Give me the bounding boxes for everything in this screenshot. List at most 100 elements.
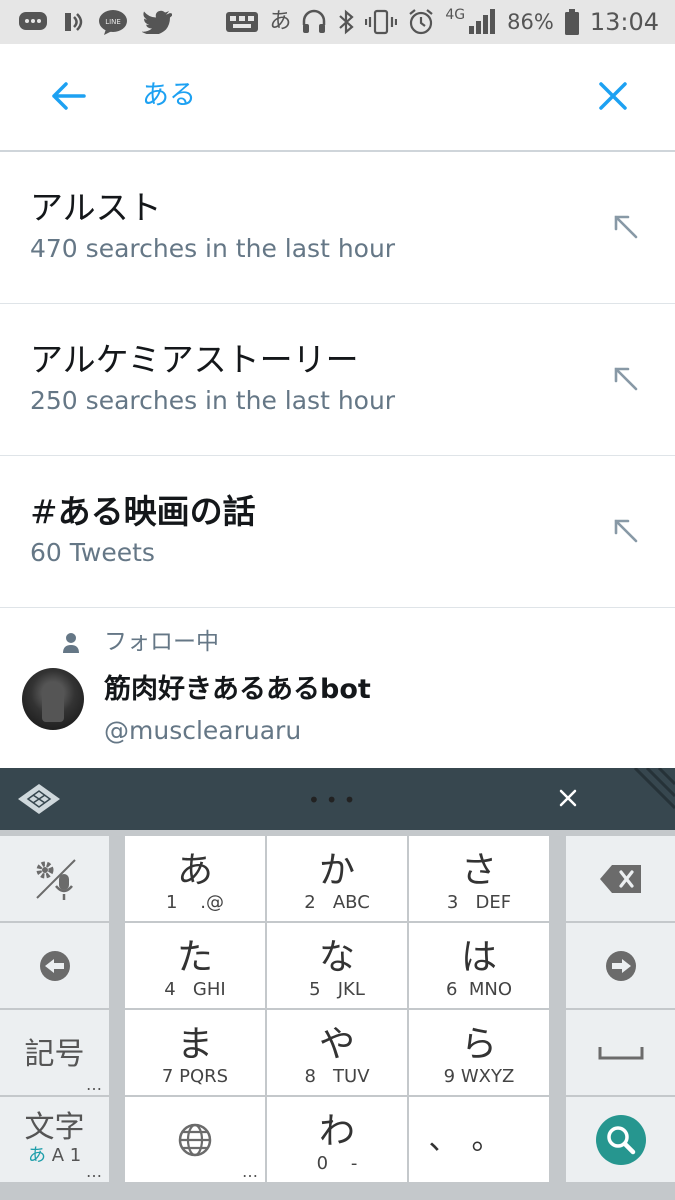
keyboard: 記号 … 文字 あ A 1 … あ 1 .@ か 2 ABC さ 3 DEF た… bbox=[0, 830, 675, 1200]
key-kana: な bbox=[318, 937, 355, 978]
arrow-right-circle-icon bbox=[605, 950, 636, 981]
avatar bbox=[22, 668, 84, 730]
alarm-icon bbox=[409, 9, 434, 35]
input-mode-options: あ A 1 bbox=[28, 1145, 81, 1167]
key-sa[interactable]: さ 3 DEF bbox=[409, 836, 549, 921]
fill-query-button[interactable] bbox=[613, 518, 639, 544]
key-ta[interactable]: た 4 GHI bbox=[125, 923, 265, 1008]
punctuation-key[interactable]: 、。 bbox=[409, 1097, 549, 1182]
svg-text:LINE: LINE bbox=[105, 18, 121, 26]
ellipsis: … bbox=[86, 1075, 103, 1094]
search-input[interactable]: ある bbox=[142, 78, 196, 114]
close-icon bbox=[559, 789, 577, 807]
key-sub-label: 1 .@ bbox=[165, 892, 225, 913]
hashtag-symbol: # bbox=[30, 492, 58, 531]
key-kana: は bbox=[460, 937, 497, 978]
clock: 13:04 bbox=[589, 8, 659, 36]
key-ra[interactable]: ら 9 WXYZ bbox=[409, 1010, 549, 1095]
person-icon bbox=[63, 633, 79, 653]
fill-query-button[interactable] bbox=[613, 366, 639, 392]
key-kana: か bbox=[318, 850, 355, 891]
search-suggestion[interactable]: アルケミアストーリー 250 searches in the last hour bbox=[0, 304, 675, 456]
status-bar: LINE あ 4G 86% 13:04 bbox=[0, 0, 675, 44]
battery-percent: 86% bbox=[507, 10, 554, 34]
space-key[interactable] bbox=[566, 1010, 675, 1095]
cursor-left-key[interactable] bbox=[0, 923, 109, 1008]
key-sub-label: 4 GHI bbox=[164, 979, 226, 1000]
status-bar-left: LINE bbox=[18, 6, 172, 38]
close-icon bbox=[599, 82, 627, 110]
language-key[interactable]: … bbox=[125, 1097, 265, 1182]
suggestion-subtitle: 60 Tweets bbox=[30, 538, 155, 567]
key-ha[interactable]: は 6 MNO bbox=[409, 923, 549, 1008]
suggestion-title: アルケミアストーリー bbox=[30, 340, 359, 379]
suggestion-subtitle: 470 searches in the last hour bbox=[30, 234, 396, 263]
globe-icon bbox=[178, 1123, 212, 1156]
key-ka[interactable]: か 2 ABC bbox=[267, 836, 407, 921]
user-display-name: 筋肉好きあるあるbot bbox=[104, 674, 371, 705]
cursor-right-key[interactable] bbox=[566, 923, 675, 1008]
following-label: フォロー中 bbox=[104, 629, 219, 655]
suggestion-title: アルスト bbox=[30, 188, 162, 227]
key-a[interactable]: あ 1 .@ bbox=[125, 836, 265, 921]
search-key[interactable] bbox=[566, 1097, 675, 1182]
keyboard-logo-icon[interactable] bbox=[16, 782, 62, 816]
bluetooth-icon bbox=[339, 9, 355, 35]
search-icon bbox=[595, 1114, 646, 1165]
key-ya[interactable]: や 8 TUV bbox=[267, 1010, 407, 1095]
symbol-key[interactable]: 記号 … bbox=[0, 1010, 109, 1095]
key-sub-label: 8 TUV bbox=[304, 1066, 370, 1087]
toolbar-decoration-icon bbox=[633, 768, 675, 810]
backspace-icon bbox=[599, 864, 641, 893]
key-sub-label: 3 DEF bbox=[446, 892, 512, 913]
hashtag-text: ある映画の話 bbox=[57, 492, 256, 531]
search-header: ある bbox=[0, 44, 675, 152]
arrow-up-left-icon bbox=[614, 215, 638, 239]
vibrate-icon bbox=[365, 9, 398, 35]
key-ma[interactable]: ま 7 PQRS bbox=[125, 1010, 265, 1095]
key-sub-label: 5 JKL bbox=[309, 979, 365, 1000]
arrow-up-left-icon bbox=[614, 367, 638, 391]
arrow-up-left-icon bbox=[614, 519, 638, 543]
key-kana: ら bbox=[460, 1024, 497, 1065]
key-wa[interactable]: わ 0 - bbox=[267, 1097, 407, 1182]
ellipsis: … bbox=[242, 1162, 259, 1181]
fill-query-button[interactable] bbox=[613, 214, 639, 240]
keyboard-handle[interactable]: ••• bbox=[308, 790, 361, 810]
voice-settings-key[interactable] bbox=[0, 836, 109, 921]
clear-search-button[interactable] bbox=[591, 74, 635, 118]
user-suggestion[interactable]: フォロー中 筋肉好きあるあるbot @musclearuaru bbox=[0, 608, 675, 768]
key-kana: わ bbox=[318, 1111, 355, 1152]
key-na[interactable]: な 5 JKL bbox=[267, 923, 407, 1008]
back-button[interactable] bbox=[46, 74, 90, 118]
search-suggestion[interactable]: #ある映画の話 60 Tweets bbox=[0, 456, 675, 608]
key-kana: た bbox=[176, 937, 213, 978]
chat-bubble-icon bbox=[19, 12, 47, 30]
input-mode-label: 文字 bbox=[24, 1110, 85, 1145]
ellipsis: … bbox=[86, 1162, 103, 1181]
key-kana: あ bbox=[176, 850, 213, 891]
suggestion-title: #ある映画の話 bbox=[30, 491, 256, 533]
key-sub-label: 0 - bbox=[316, 1153, 358, 1174]
key-sub-label: 9 WXYZ bbox=[443, 1066, 515, 1087]
space-icon bbox=[598, 1046, 643, 1059]
backspace-key[interactable] bbox=[566, 836, 675, 921]
status-bar-right: あ 4G 86% 13:04 bbox=[225, 6, 659, 38]
keyboard-close-button[interactable] bbox=[554, 784, 582, 812]
battery-icon bbox=[564, 9, 579, 35]
signal-icon bbox=[469, 9, 496, 34]
twitter-icon bbox=[142, 10, 172, 34]
arrow-left-icon bbox=[52, 82, 86, 110]
search-suggestion[interactable]: アルスト 470 searches in the last hour bbox=[0, 152, 675, 304]
ime-indicator: あ bbox=[269, 9, 292, 34]
input-mode-key[interactable]: 文字 あ A 1 … bbox=[0, 1097, 109, 1182]
key-sub-label: 6 MNO bbox=[445, 979, 513, 1000]
key-sub-label: 2 ABC bbox=[304, 892, 370, 913]
key-kana: さ bbox=[460, 850, 497, 891]
headphones-icon bbox=[303, 9, 326, 33]
key-kana: 、。 bbox=[428, 1122, 530, 1157]
symbol-key-label: 記号 bbox=[24, 1037, 85, 1072]
line-icon: LINE bbox=[99, 10, 127, 35]
suggestion-subtitle: 250 searches in the last hour bbox=[30, 386, 396, 415]
mode-hiragana: あ bbox=[28, 1145, 46, 1166]
